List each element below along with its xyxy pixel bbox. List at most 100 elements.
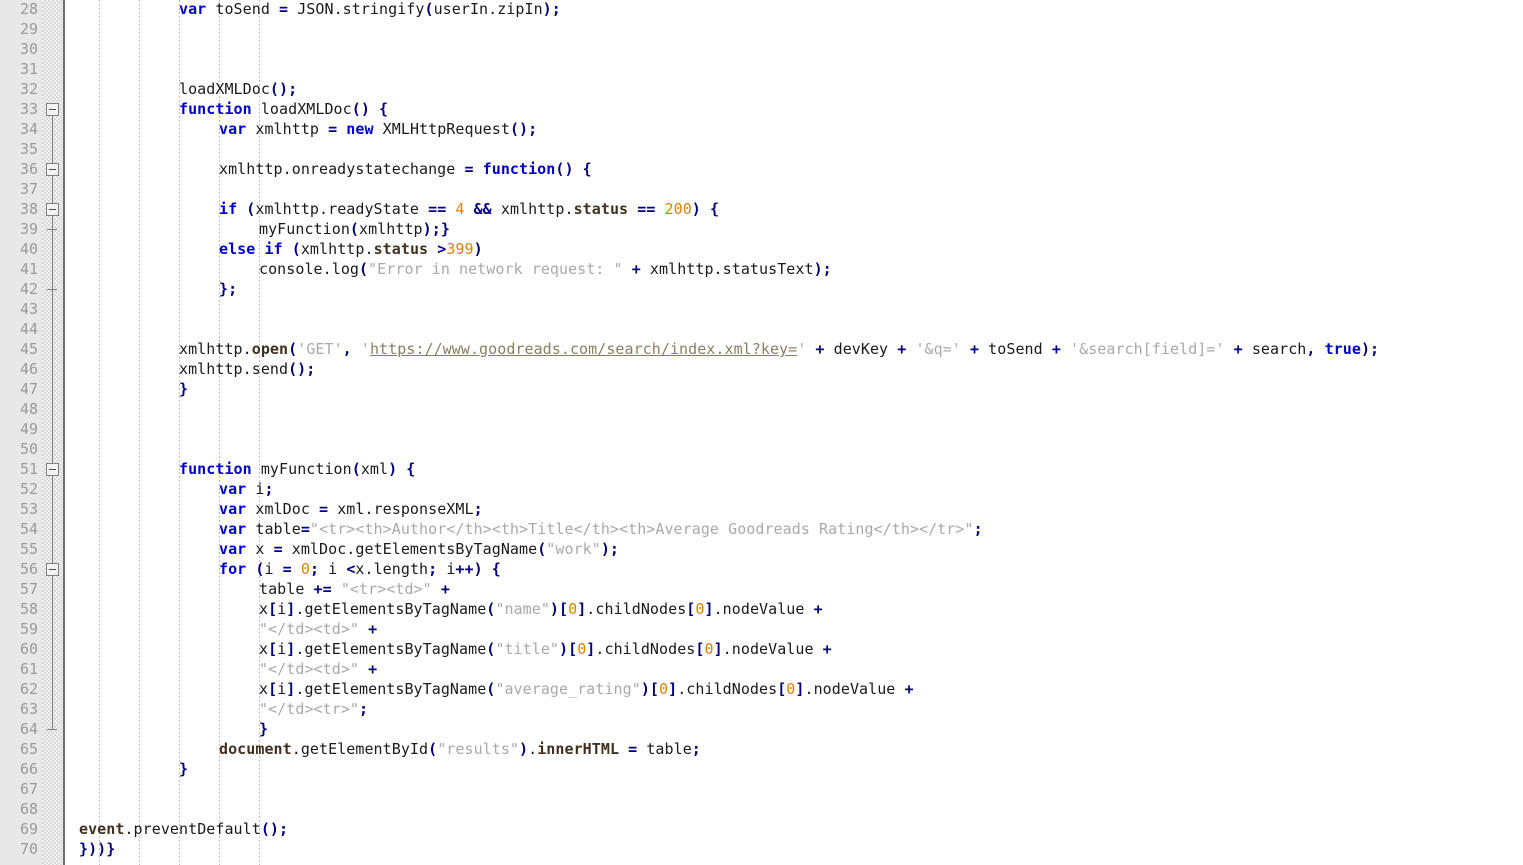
code-line[interactable]: xmlhttp.send(); (179, 359, 315, 379)
code-line[interactable]: "</td><tr>"; (259, 699, 368, 719)
code-line[interactable]: var xmlDoc = xml.responseXML; (219, 499, 483, 519)
code-token: + (368, 620, 378, 638)
code-token: var (219, 540, 247, 558)
code-token: );} (422, 220, 450, 238)
code-token: i (277, 600, 287, 618)
code-token: "results" (437, 740, 520, 758)
code-line[interactable]: x[i].getElementsByTagName("average_ratin… (259, 679, 914, 699)
code-token: ) (388, 460, 398, 478)
code-line[interactable]: var xmlhttp = new XMLHttpRequest(); (219, 119, 537, 139)
code-line[interactable]: var i; (219, 479, 274, 499)
code-token: '&q=' (915, 340, 961, 358)
code-line[interactable]: document.getElementById("results").inner… (219, 739, 701, 759)
code-line[interactable]: var toSend = JSON.stringify(userIn.zipIn… (179, 0, 561, 19)
code-line[interactable]: console.log("Error in network request: "… (259, 259, 832, 279)
code-line[interactable]: function loadXMLDoc() { (179, 99, 388, 119)
code-token: true (1324, 340, 1361, 358)
code-editor[interactable]: 28 29 30 31 32 33 34 35 36 37 38 39 40 41 42 43 44 45 46 47… (0, 0, 1523, 865)
code-content-area[interactable]: var toSend = JSON.stringify(userIn.zipIn… (0, 0, 1523, 865)
code-token: } (179, 760, 189, 778)
code-line[interactable]: } (179, 759, 188, 779)
code-token: 'GET' (297, 340, 343, 358)
code-token: > (437, 240, 447, 258)
code-line[interactable]: xmlhttp.onreadystatechange = function() … (219, 159, 592, 179)
code-token: 0 (577, 640, 587, 658)
code-token: xmlhttp (246, 120, 329, 138)
code-token: loadXMLDoc (251, 100, 352, 118)
code-line[interactable]: var x = xmlDoc.getElementsByTagName("wor… (219, 539, 619, 559)
code-line[interactable]: } (179, 379, 188, 399)
code-token: { (582, 160, 592, 178)
code-line[interactable]: loadXMLDoc(); (179, 79, 297, 99)
code-line[interactable]: if (xmlhttp.readyState == 4 && xmlhttp.s… (219, 199, 719, 219)
code-token: ; (309, 560, 320, 578)
code-token: == (428, 200, 447, 218)
code-token: "title" (495, 640, 560, 658)
code-line[interactable]: function myFunction(xml) { (179, 459, 415, 479)
code-token: status (573, 200, 629, 218)
code-line[interactable]: }))} (79, 839, 115, 859)
code-line[interactable]: x[i].getElementsByTagName("title")[0].ch… (259, 639, 832, 659)
code-token: '&search[field]=' (1070, 340, 1225, 358)
code-token: 0 (704, 640, 714, 658)
indent-guide-1 (99, 0, 100, 865)
code-token: }; (219, 280, 238, 298)
code-token: JSON.stringify (288, 0, 425, 18)
code-line[interactable]: var table="<tr><th>Author</th><th>Title<… (219, 519, 983, 539)
code-token: { (406, 460, 416, 478)
code-token: + (440, 580, 450, 598)
code-line[interactable]: xmlhttp.open('GET', 'https://www.goodrea… (179, 339, 1379, 359)
code-line[interactable]: table += "<tr><td>" + (259, 579, 450, 599)
code-token: "<tr><th>Author</th><th>Title</th><th>Av… (309, 520, 974, 538)
code-token: event (79, 820, 125, 838)
code-line[interactable]: }; (219, 279, 237, 299)
url-link[interactable]: https://www.goodreads.com/search/index.x… (370, 340, 797, 358)
code-token: table (259, 580, 314, 598)
code-line[interactable]: myFunction(xmlhttp);} (259, 219, 450, 239)
code-token: ( (351, 460, 361, 478)
code-line[interactable]: "</td><td>" + (259, 619, 377, 639)
code-token: i (437, 560, 456, 578)
code-line[interactable]: "</td><td>" + (259, 659, 377, 679)
code-token: xml.responseXML (328, 500, 474, 518)
code-token: + (1051, 340, 1061, 358)
code-token: )[ (549, 600, 569, 618)
code-token: )[ (559, 640, 578, 658)
code-token: "name" (495, 600, 550, 618)
code-line[interactable]: else if (xmlhttp.status >399) (219, 239, 483, 259)
code-token: var (219, 480, 247, 498)
indent-guide-2 (139, 0, 140, 865)
code-token: xmlDoc.getElementsByTagName (282, 540, 538, 558)
code-token: userIn.zipIn (433, 0, 543, 18)
code-token: xmlhttp. (491, 200, 574, 218)
code-token: ; (428, 560, 438, 578)
code-token: for (219, 560, 247, 578)
code-token: ] (286, 600, 296, 618)
code-token: 0 (659, 680, 669, 698)
code-token: = (319, 500, 329, 518)
code-token: ] (668, 680, 678, 698)
code-token: if (264, 240, 283, 258)
code-token: .getElementsByTagName (295, 680, 487, 698)
code-token: x (246, 540, 274, 558)
code-line[interactable]: } (259, 719, 268, 739)
code-token: ( (486, 600, 496, 618)
code-token: i (264, 560, 283, 578)
code-line[interactable]: event.preventDefault(); (79, 819, 288, 839)
code-token: = (328, 120, 338, 138)
code-token: var (219, 520, 247, 538)
code-token: [ (268, 640, 278, 658)
code-line[interactable]: x[i].getElementsByTagName("name")[0].chi… (259, 599, 823, 619)
code-token: devKey (824, 340, 898, 358)
code-token: "</td><td>" (259, 660, 359, 678)
code-line[interactable]: for (i = 0; i <x.length; i++) { (219, 559, 501, 579)
